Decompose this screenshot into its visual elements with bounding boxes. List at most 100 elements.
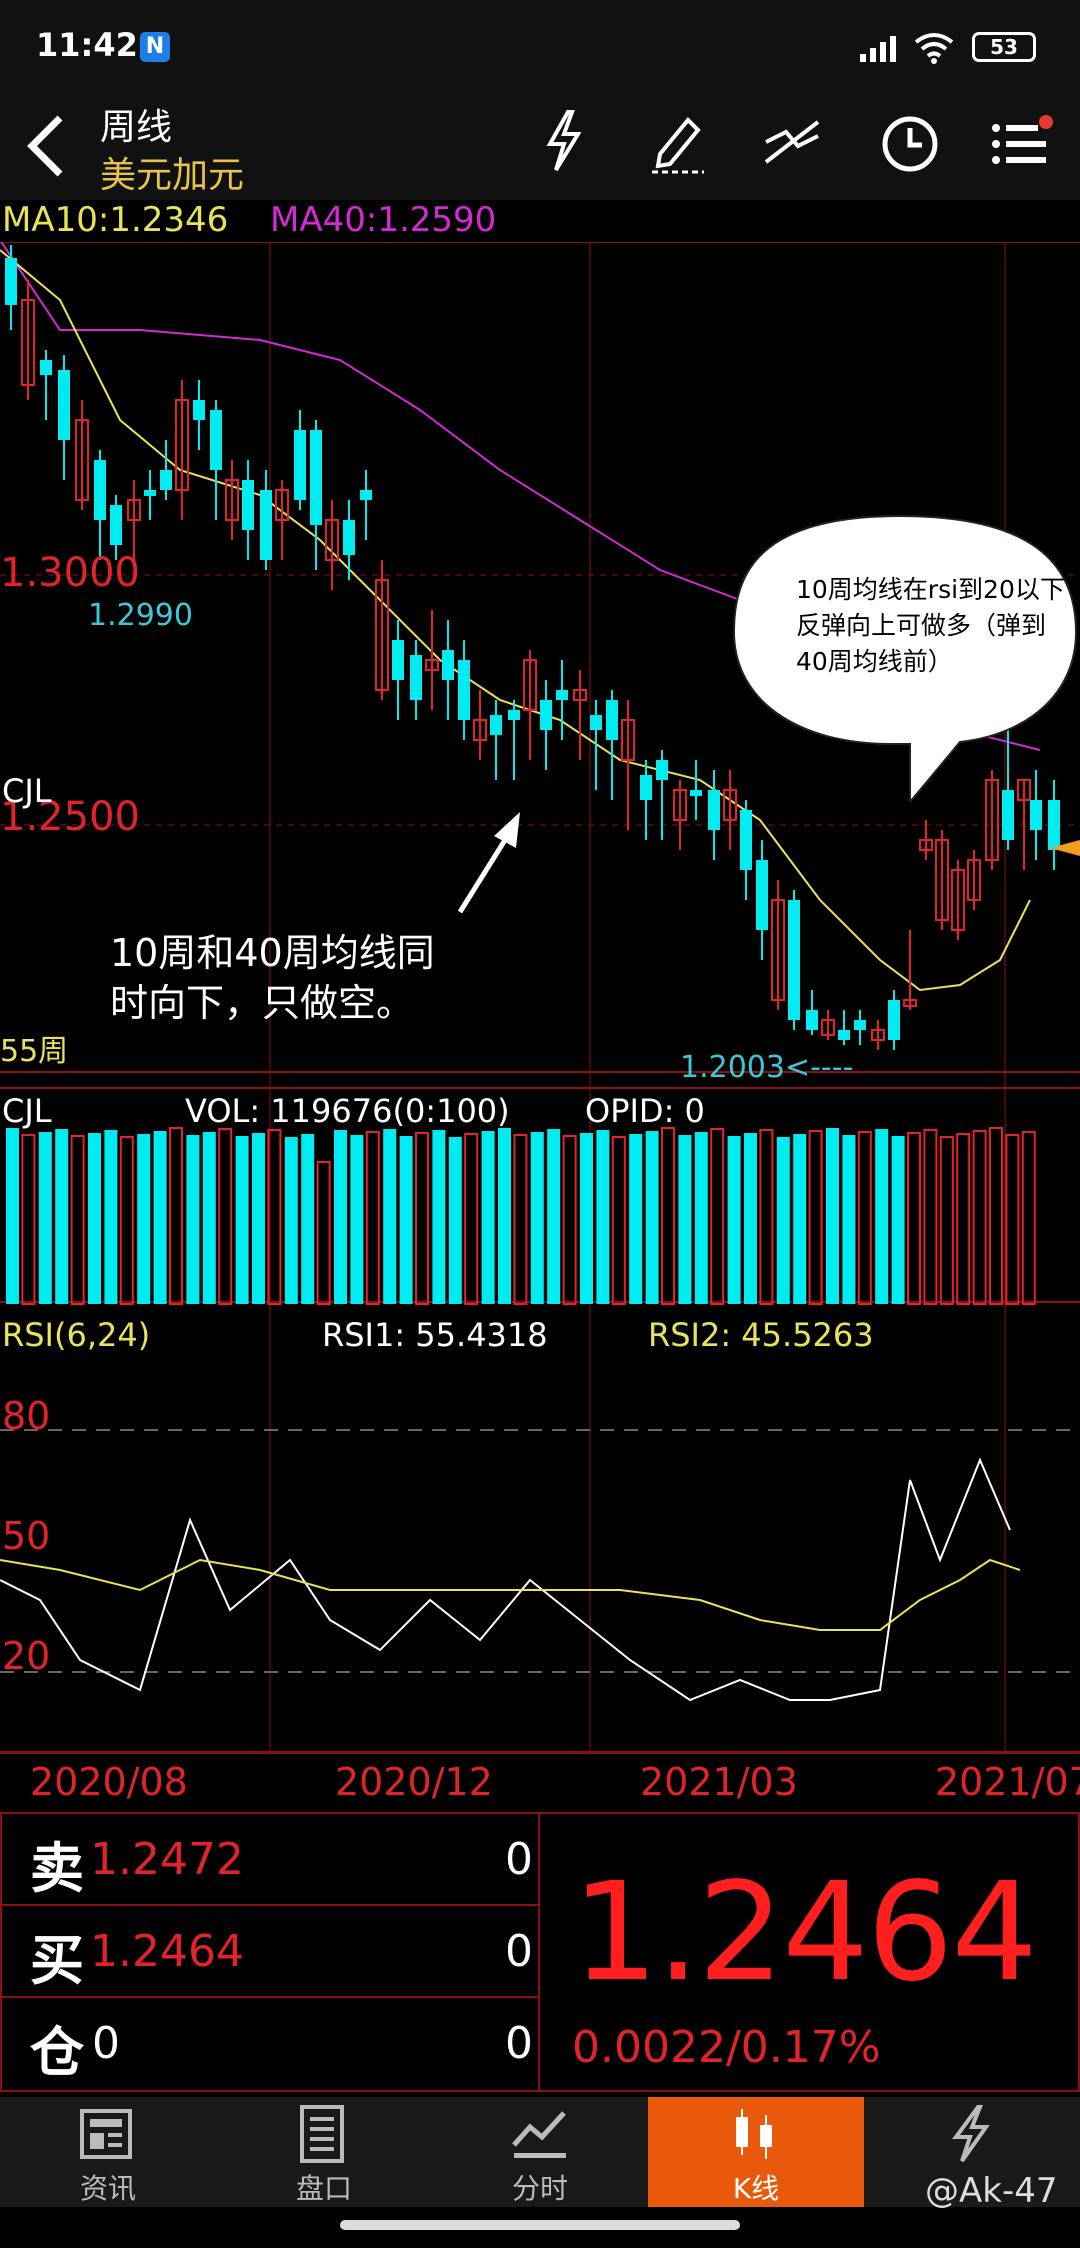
candle-body: [640, 775, 652, 800]
candle-body: [508, 710, 520, 720]
volume-bar: [432, 1130, 446, 1304]
volume-bar: [88, 1133, 101, 1304]
tab-kline[interactable]: K线: [648, 2097, 864, 2207]
volume-bar: [808, 1130, 823, 1305]
status-bar: 11:42 N 53: [0, 0, 1080, 90]
clock-icon[interactable]: [880, 114, 940, 174]
buy-row[interactable]: 买 1.2464 0: [0, 1904, 540, 1996]
candle-body: [360, 490, 372, 500]
candle-body: [210, 410, 222, 470]
candle-body: [242, 480, 254, 530]
timeshare-icon: [512, 2111, 566, 2158]
buy-qty: 0: [505, 1926, 533, 1977]
volume-bar: [202, 1132, 216, 1304]
volume-bar: [1005, 1134, 1020, 1305]
candle-body: [294, 430, 306, 500]
volume-title-text: CJL: [2, 1092, 52, 1130]
watermark: @Ak-47: [925, 2171, 1058, 2211]
volume-bar: [727, 1136, 741, 1304]
position-qty: 0: [505, 2018, 533, 2069]
opid-value: OPID: 0: [585, 1092, 705, 1130]
candle-body: [556, 690, 568, 700]
rsi-title: RSI(6,24): [2, 1316, 151, 1354]
period-count-label: 55周: [0, 1034, 69, 1069]
sell-qty: 0: [505, 1834, 533, 1885]
candle-body: [160, 470, 172, 490]
volume-bar: [793, 1134, 807, 1304]
candle-body: [690, 790, 702, 796]
volume-bar: [481, 1131, 495, 1304]
volume-bars: [6, 1127, 1036, 1305]
volume-bar: [857, 1131, 872, 1305]
candle-body: [442, 650, 454, 680]
volume-bar: [70, 1135, 85, 1305]
rsi2-line: [0, 1558, 1021, 1631]
tab-news-label: 资讯: [79, 2172, 136, 2205]
candle-body: [1030, 800, 1042, 830]
candle-body: [740, 810, 752, 870]
position-value: 0: [92, 2018, 120, 2069]
volume-bar: [284, 1137, 298, 1304]
news-icon: [80, 2109, 132, 2159]
tab-news[interactable]: 资讯: [0, 2097, 216, 2207]
sell-row[interactable]: 卖 1.2472 0: [0, 1812, 540, 1904]
volume-value: VOL: 119676(0:100): [185, 1092, 510, 1130]
volume-bar: [826, 1128, 839, 1304]
menu-icon[interactable]: [990, 114, 1056, 174]
volume-bar: [1021, 1131, 1036, 1305]
candle-body: [410, 655, 422, 700]
volume-bar: [759, 1129, 774, 1305]
rsi-level-50: 50: [2, 1514, 51, 1558]
rsi2-value: RSI2: 45.5263: [648, 1316, 874, 1354]
kline-icon: [736, 2109, 772, 2159]
candle-body: [5, 258, 17, 305]
candle-body: [392, 640, 404, 680]
sell-label: 卖: [30, 1837, 84, 1900]
volume-bar: [645, 1131, 659, 1304]
draw-icon[interactable]: [648, 110, 708, 174]
volume-bar: [891, 1136, 905, 1304]
volume-bar: [580, 1133, 593, 1304]
rsi1-line: [0, 1457, 1011, 1702]
battery-icon: 53: [972, 32, 1036, 62]
app-badge-icon: N: [140, 32, 170, 62]
volume-bar: [956, 1133, 971, 1305]
lightning-icon[interactable]: [540, 108, 586, 174]
last-price: 1.2464: [572, 1854, 1038, 2012]
volume-bar: [350, 1135, 364, 1304]
status-time: 11:42: [36, 26, 138, 64]
home-indicator[interactable]: [340, 2220, 740, 2230]
min-mark-label: 1.2003<----: [680, 1050, 854, 1085]
volume-bar: [252, 1133, 265, 1304]
volume-bar: [661, 1127, 675, 1305]
price-change: 0.0022/0.17%: [572, 2022, 881, 2073]
volume-bar: [464, 1133, 479, 1305]
candle-body: [540, 700, 552, 730]
volume-bar: [972, 1130, 987, 1305]
volume-bar: [923, 1129, 938, 1305]
back-icon[interactable]: [24, 114, 68, 178]
sell-price: 1.2472: [90, 1834, 244, 1885]
volume-bar: [513, 1134, 528, 1305]
tab-orderbook[interactable]: 盘口: [216, 2097, 432, 2207]
volume-bar: [776, 1137, 790, 1304]
instrument-title: 美元加元: [100, 155, 245, 196]
candle-body: [888, 1000, 900, 1040]
candle-body: [58, 370, 70, 440]
bubble-text: 10周均线在rsi到20以下反弹向上可做多（弹到40周均线前）: [796, 575, 1065, 676]
annotation-arrow: [457, 812, 520, 914]
period-title: 周线: [100, 107, 173, 148]
volume-bar: [119, 1136, 134, 1305]
buy-price: 1.2464: [90, 1926, 244, 1977]
tab-timeshare[interactable]: 分时: [432, 2097, 648, 2207]
trendline-icon[interactable]: [762, 112, 822, 172]
volume-bar: [186, 1135, 200, 1304]
candle-body: [260, 490, 272, 560]
volume-bar: [710, 1128, 725, 1305]
chart-area[interactable]: 1.3000 1.2500 1.2990 1.2003<---- 55周 10周…: [0, 242, 1080, 1772]
price-pointer-icon: [1050, 840, 1080, 856]
rsi-lines: [0, 1457, 1021, 1702]
position-row[interactable]: 仓 0 0: [0, 1996, 540, 2088]
price-label-1300: 1.3000: [0, 550, 140, 596]
flash-icon: [952, 2105, 990, 2163]
